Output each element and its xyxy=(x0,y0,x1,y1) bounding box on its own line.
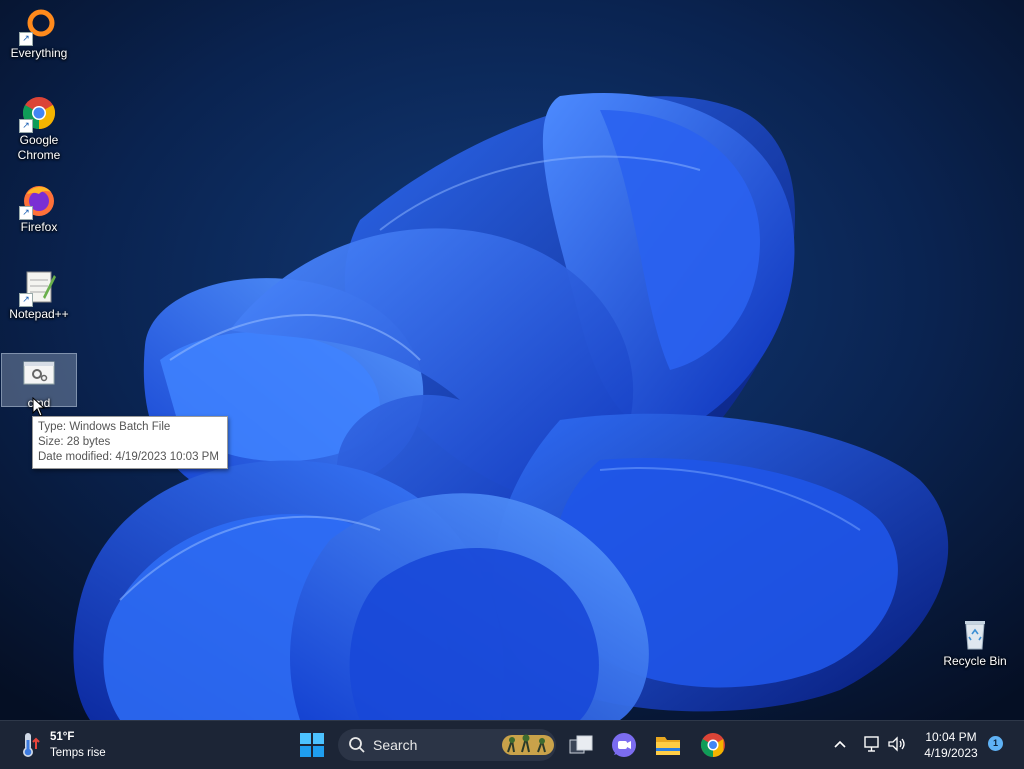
desktop-icon-google-chrome[interactable]: ↗ Google Chrome xyxy=(1,91,77,163)
desktop-icon-everything[interactable]: ↗ Everything xyxy=(1,4,77,61)
desktop-icon-recycle-bin[interactable]: Recycle Bin xyxy=(937,612,1013,669)
taskbar: 51°F Temps rise Search 10:04 PM 4/19/202… xyxy=(0,720,1024,769)
file-explorer-button[interactable] xyxy=(652,729,684,761)
weather-condition: Temps rise xyxy=(50,747,106,759)
batch-file-icon xyxy=(21,358,57,394)
desktop-icon-firefox[interactable]: ↗ Firefox xyxy=(1,178,77,235)
start-icon xyxy=(300,733,324,757)
notification-badge[interactable]: 1 xyxy=(988,736,1003,751)
file-explorer-icon xyxy=(656,737,680,755)
teams-chat-button[interactable] xyxy=(608,729,640,761)
shortcut-arrow-icon: ↗ xyxy=(19,119,33,133)
network-status-button[interactable] xyxy=(862,735,882,758)
file-info-tooltip: Type: Windows Batch File Size: 28 bytes … xyxy=(32,416,228,469)
shortcut-arrow-icon: ↗ xyxy=(19,293,33,307)
show-hidden-icons-button[interactable] xyxy=(832,736,848,757)
shortcut-arrow-icon: ↗ xyxy=(19,206,33,220)
chrome-icon xyxy=(700,733,725,757)
shortcut-arrow-icon: ↗ xyxy=(19,32,33,46)
desktop-icon-label: Everything xyxy=(10,46,68,60)
clock-time: 10:04 PM xyxy=(925,730,977,744)
search-icon xyxy=(349,737,365,753)
task-view-button[interactable] xyxy=(565,729,597,761)
chrome-icon: ↗ xyxy=(19,95,57,133)
desktop-icon-notepadpp[interactable]: ↗ Notepad++ xyxy=(1,265,77,322)
bloom-wallpaper xyxy=(0,0,1024,720)
search-highlight-icon xyxy=(502,734,554,755)
recycle-bin-icon xyxy=(957,616,993,652)
desktop-icon-label: Google xyxy=(19,133,59,147)
weather-temperature: 51°F xyxy=(50,731,75,743)
thermometer-icon xyxy=(20,731,40,764)
chrome-taskbar-button[interactable] xyxy=(697,729,729,761)
desktop-icon-label: Recycle Bin xyxy=(943,654,1007,668)
network-icon xyxy=(864,736,879,752)
firefox-icon: ↗ xyxy=(19,182,57,220)
taskbar-clock[interactable]: 10:04 PM 4/19/2023 xyxy=(914,729,988,761)
volume-button[interactable] xyxy=(887,735,907,758)
search-label: Search xyxy=(373,737,418,753)
tooltip-size: Size: 28 bytes xyxy=(38,436,111,448)
tooltip-date-modified: Date modified: 4/19/2023 10:03 PM xyxy=(38,451,219,463)
desktop-icon-label: Firefox xyxy=(20,220,58,234)
chevron-up-icon xyxy=(834,740,846,748)
desktop-wallpaper xyxy=(0,0,1024,720)
notepadpp-icon: ↗ xyxy=(19,269,57,307)
desktop-icon-label: Notepad++ xyxy=(9,307,69,321)
start-button[interactable] xyxy=(296,729,328,761)
volume-icon xyxy=(888,736,905,752)
task-view-icon xyxy=(569,735,593,754)
desktop-icon-label: Chrome xyxy=(17,148,61,162)
clock-date: 4/19/2023 xyxy=(924,746,978,760)
everything-icon: ↗ xyxy=(19,8,57,46)
taskbar-search-box[interactable]: Search xyxy=(338,729,556,761)
tooltip-type: Type: Windows Batch File xyxy=(38,421,171,433)
teams-chat-icon xyxy=(612,733,636,757)
